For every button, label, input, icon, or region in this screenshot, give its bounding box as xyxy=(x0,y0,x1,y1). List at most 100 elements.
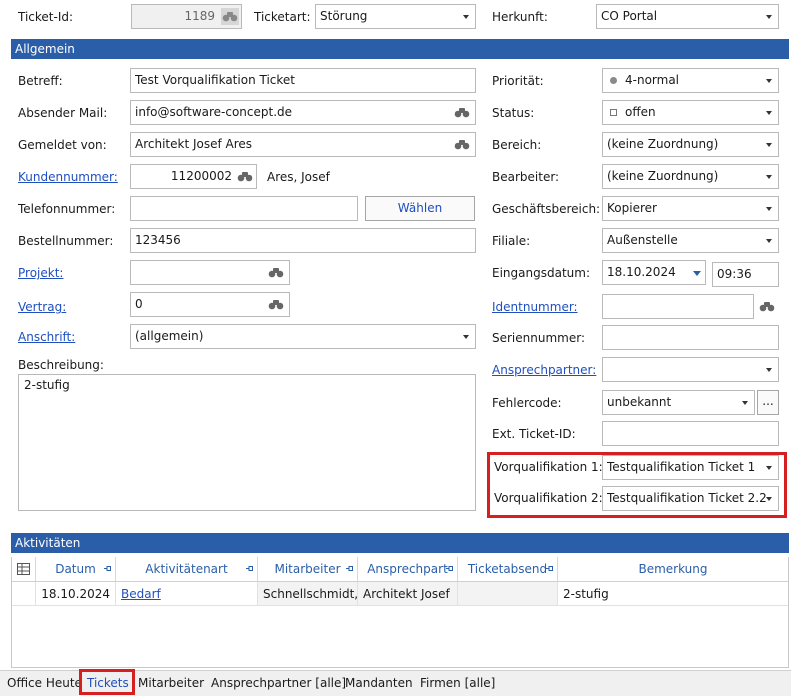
bestellnummer-label: Bestellnummer: xyxy=(18,234,114,248)
anschrift-select[interactable]: (allgemein) xyxy=(130,324,476,349)
projekt-link[interactable]: Projekt: xyxy=(18,265,63,281)
column-header-ticketabsender[interactable]: Ticketabsend xyxy=(458,557,558,581)
betreff-label: Betreff: xyxy=(18,74,63,88)
eingangszeit-value: 09:36 xyxy=(717,267,752,281)
pin-icon[interactable] xyxy=(546,565,553,572)
tickets-tab-highlight xyxy=(79,669,135,695)
ticketart-value: Störung xyxy=(320,9,368,23)
binoculars-icon xyxy=(221,8,239,25)
vorqualifikation-2-label: Vorqualifikation 2: xyxy=(494,491,603,505)
betreff-value: Test Vorqualifikation Ticket xyxy=(135,73,295,87)
ansprechpartner-link[interactable]: Ansprechpartner: xyxy=(492,362,596,378)
gemeldet-von-input[interactable]: Architekt Josef Ares xyxy=(130,132,476,157)
binoculars-icon[interactable] xyxy=(236,168,254,185)
projekt-input[interactable] xyxy=(130,260,290,285)
bestellnummer-input[interactable]: 123456 xyxy=(130,228,476,253)
cell-ticketabsender[interactable] xyxy=(458,582,558,606)
telefonnummer-input[interactable] xyxy=(130,196,358,221)
binoculars-icon[interactable] xyxy=(453,104,471,121)
anschrift-link[interactable]: Anschrift: xyxy=(18,329,75,345)
anschrift-value: (allgemein) xyxy=(135,329,204,343)
vertrag-link[interactable]: Vertrag: xyxy=(18,299,66,315)
geschaeftsbereich-value: Kopierer xyxy=(607,201,657,215)
ext-ticket-id-label: Ext. Ticket-ID: xyxy=(492,427,576,441)
beschreibung-textarea[interactable]: 2-stufig xyxy=(18,374,476,511)
tab-firmen-alle[interactable]: Firmen [alle] xyxy=(420,676,495,690)
bearbeiter-select[interactable]: (keine Zuordnung) xyxy=(602,164,779,189)
vorqualifikation-1-label: Vorqualifikation 1: xyxy=(494,460,603,474)
bereich-select[interactable]: (keine Zuordnung) xyxy=(602,132,779,157)
cell-ansprechpartner[interactable]: Architekt Josef xyxy=(358,582,458,606)
vorqualifikation-1-select[interactable]: Testqualifikation Ticket 1 xyxy=(602,455,779,480)
vorqualifikation-2-select[interactable]: Testqualifikation Ticket 2.2 xyxy=(602,486,779,511)
eingangsdatum-value: 18.10.2024 xyxy=(607,265,676,279)
pin-icon[interactable] xyxy=(446,565,453,572)
identnummer-link[interactable]: Identnummer: xyxy=(492,299,578,315)
kundennummer-input[interactable]: 11200002 xyxy=(130,164,257,189)
column-header-mitarbeiter[interactable]: Mitarbeiter xyxy=(258,557,358,581)
column-header-aktivitaetenart-label: Aktivitätenart xyxy=(145,562,228,576)
vertrag-input[interactable]: 0 xyxy=(130,292,290,317)
vorqualifikation-2-value: Testqualifikation Ticket 2.2 xyxy=(607,491,767,505)
ext-ticket-id-input[interactable] xyxy=(602,421,779,446)
binoculars-icon[interactable] xyxy=(453,136,471,153)
aktivitaeten-grid[interactable]: Datum Aktivitätenart Mitarbeiter Ansprec… xyxy=(11,557,789,668)
tab-mandanten[interactable]: Mandanten xyxy=(345,676,413,690)
identnummer-input[interactable] xyxy=(602,294,754,319)
cell-mitarbeiter[interactable]: Schnellschmidt, xyxy=(258,582,358,606)
herkunft-select[interactable]: CO Portal xyxy=(596,4,779,29)
pin-icon[interactable] xyxy=(246,565,253,572)
fehlercode-select[interactable]: unbekannt xyxy=(602,390,755,415)
tab-mitarbeiter[interactable]: Mitarbeiter xyxy=(138,676,204,690)
cell-bemerkung[interactable]: 2-stufig xyxy=(558,582,788,606)
ticket-id-field: 1189 xyxy=(131,4,242,29)
filiale-select[interactable]: Außenstelle xyxy=(602,228,779,253)
cell-datum[interactable]: 18.10.2024 xyxy=(36,582,116,606)
row-indicator[interactable] xyxy=(12,582,36,606)
binoculars-icon[interactable] xyxy=(267,264,285,281)
herkunft-label: Herkunft: xyxy=(492,10,548,24)
calendar-dropdown-icon[interactable] xyxy=(693,271,701,276)
prioritaet-label: Priorität: xyxy=(492,74,544,88)
grid-column-chooser-icon[interactable] xyxy=(12,557,36,581)
kunde-name: Ares, Josef xyxy=(267,170,330,184)
seriennummer-label: Seriennummer: xyxy=(492,331,585,345)
kundennummer-link[interactable]: Kundennummer: xyxy=(18,169,118,185)
eingangszeit-input[interactable]: 09:36 xyxy=(712,262,779,287)
absender-mail-label: Absender Mail: xyxy=(18,106,108,120)
column-header-bemerkung[interactable]: Bemerkung xyxy=(558,557,788,581)
tab-ansprechpartner-alle[interactable]: Ansprechpartner [alle] xyxy=(211,676,346,690)
allgemein-section-header[interactable]: Allgemein xyxy=(11,39,789,59)
column-header-bemerkung-label: Bemerkung xyxy=(638,562,708,576)
priority-dot-icon xyxy=(610,77,617,84)
column-header-aktivitaetenart[interactable]: Aktivitätenart xyxy=(116,557,258,581)
waehlen-button[interactable]: Wählen xyxy=(365,196,475,221)
geschaeftsbereich-select[interactable]: Kopierer xyxy=(602,196,779,221)
absender-mail-input[interactable]: info@software-concept.de xyxy=(130,100,476,125)
tab-office-heute[interactable]: Office Heute xyxy=(7,676,82,690)
betreff-input[interactable]: Test Vorqualifikation Ticket xyxy=(130,68,476,93)
pin-icon[interactable] xyxy=(346,565,353,572)
ansprechpartner-select[interactable] xyxy=(602,357,779,382)
cell-aktivitaetenart-link[interactable]: Bedarf xyxy=(116,582,258,606)
column-header-datum-label: Datum xyxy=(55,562,96,576)
seriennummer-input[interactable] xyxy=(602,325,779,350)
column-header-datum[interactable]: Datum xyxy=(36,557,116,581)
aktivitaeten-section-header[interactable]: Aktivitäten xyxy=(11,533,789,553)
column-header-mitarbeiter-label: Mitarbeiter xyxy=(274,562,341,576)
eingangsdatum-picker[interactable]: 18.10.2024 xyxy=(602,260,706,285)
vorqualifikation-1-value: Testqualifikation Ticket 1 xyxy=(607,460,756,474)
ticketart-select[interactable]: Störung xyxy=(315,4,476,29)
prioritaet-select[interactable]: 4-normal xyxy=(602,68,779,93)
fehlercode-label: Fehlercode: xyxy=(492,396,562,410)
fehlercode-browse-button[interactable]: ... xyxy=(757,390,779,415)
vertrag-value: 0 xyxy=(135,297,143,311)
pin-icon[interactable] xyxy=(104,565,111,572)
status-select[interactable]: offen xyxy=(602,100,779,125)
binoculars-icon[interactable] xyxy=(758,298,776,315)
beschreibung-label: Beschreibung: xyxy=(18,358,104,372)
status-value: offen xyxy=(625,105,656,119)
column-header-ansprechpartner[interactable]: Ansprechpart xyxy=(358,557,458,581)
status-square-icon xyxy=(610,109,617,116)
binoculars-icon[interactable] xyxy=(267,296,285,313)
